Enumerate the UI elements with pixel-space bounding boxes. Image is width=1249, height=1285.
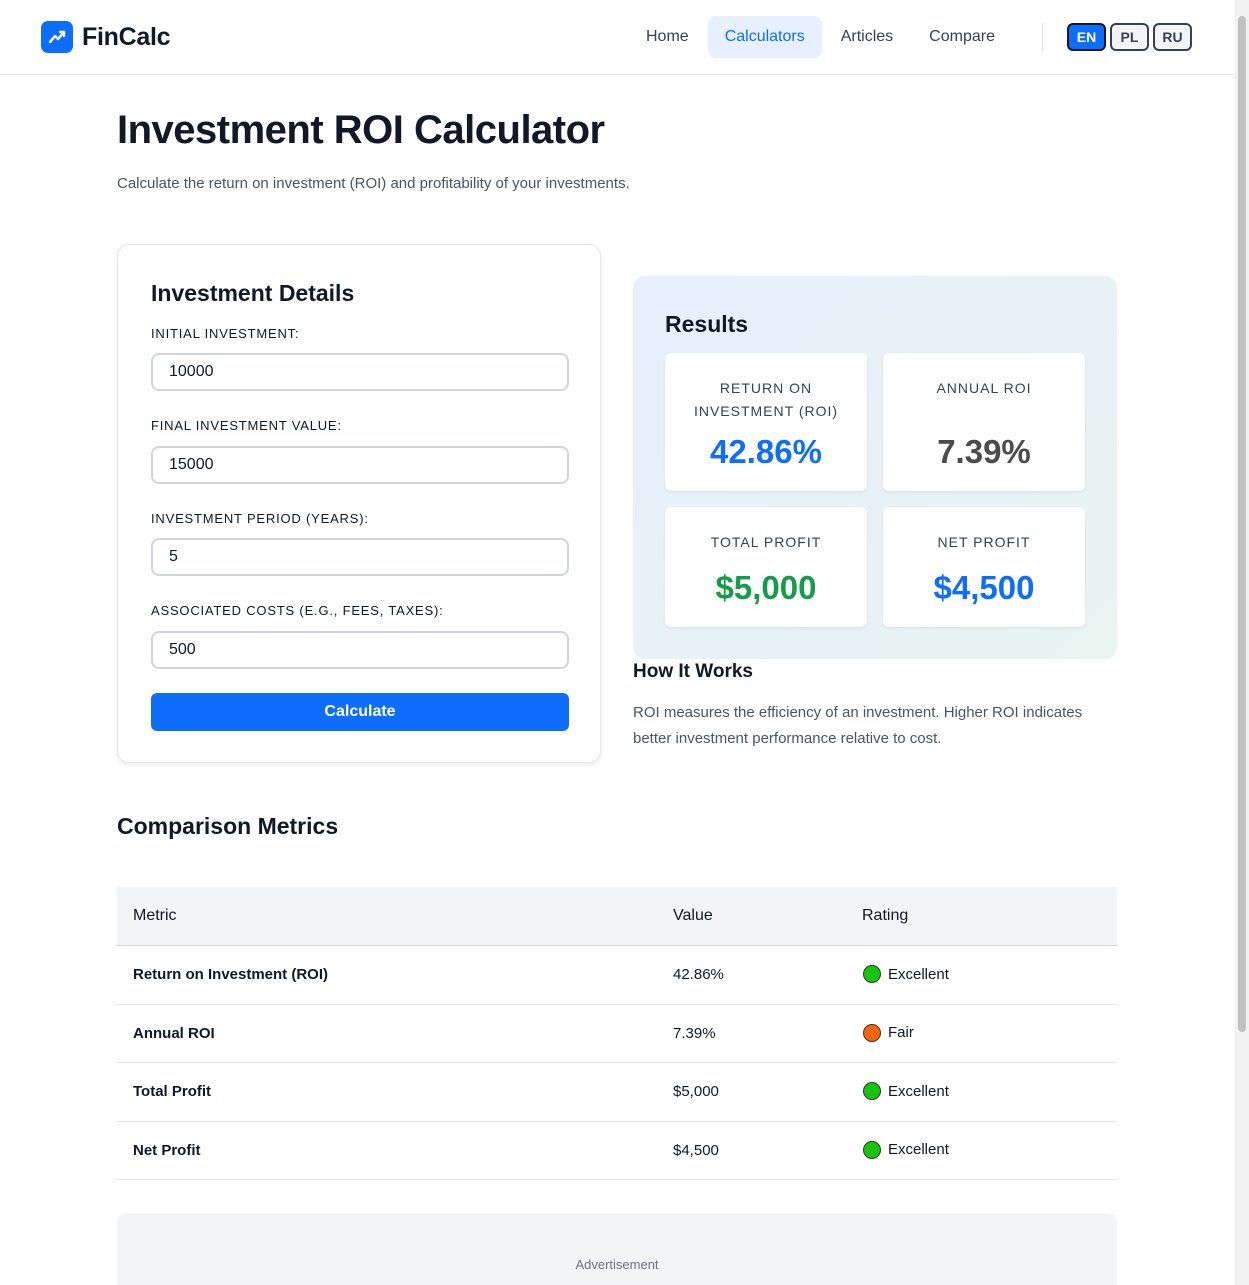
rating-label: Excellent (888, 1082, 949, 1100)
how-it-works-text: ROI measures the efficiency of an invest… (633, 704, 1083, 747)
roi-label-line1: RETURN ON (719, 380, 813, 396)
page-subtitle: Calculate the return on investment (ROI)… (117, 175, 630, 192)
roi-value: 42.86% (710, 433, 822, 470)
investment-period-input[interactable] (151, 538, 569, 576)
rating-label: Excellent (888, 1141, 949, 1158)
status-dot-icon (863, 1023, 881, 1042)
status-dot-icon (863, 965, 881, 983)
header-rating: Rating (862, 907, 909, 924)
results-title: Results (665, 311, 749, 337)
row-metric: Net Profit (133, 1141, 201, 1159)
row-value: 7.39% (673, 1024, 716, 1042)
nav-divider (1042, 23, 1043, 51)
investment-period-label: INVESTMENT PERIOD (YEARS): (151, 511, 369, 526)
row-metric: Annual ROI (133, 1024, 215, 1042)
header-value: Value (673, 907, 713, 924)
nav-home[interactable]: Home (629, 16, 706, 58)
rating-label: Excellent (888, 965, 949, 983)
initial-investment-input[interactable] (151, 353, 569, 391)
table-row: Annual ROI 7.39% Fair (117, 1005, 1117, 1063)
table-header: Metric Value Rating (117, 887, 1117, 946)
form-title: Investment Details (151, 280, 355, 306)
annual-roi-result-box: ANNUAL ROI 7.39% (883, 353, 1085, 491)
row-value: 42.86% (673, 966, 724, 983)
total-profit-result-box: TOTAL PROFIT $5,000 (665, 507, 867, 627)
results-card: Results RETURN ON INVESTMENT (ROI) 42.86… (633, 276, 1117, 659)
table-row: Net Profit $4,500 Excellent (117, 1122, 1117, 1180)
page-title: Investment ROI Calculator (117, 108, 605, 152)
final-value-label: FINAL INVESTMENT VALUE: (151, 418, 342, 433)
lang-ru-button[interactable]: RU (1153, 23, 1192, 51)
main-nav: Home Calculators Articles Compare (629, 16, 1014, 58)
nav-calculators[interactable]: Calculators (707, 16, 822, 58)
rating-label: Fair (888, 1024, 914, 1041)
total-profit-label: TOTAL PROFIT (710, 534, 822, 550)
header-metric: Metric (133, 907, 177, 924)
nav-articles[interactable]: Articles (824, 16, 910, 58)
annual-roi-value: 7.39% (937, 433, 1031, 470)
annual-roi-label: ANNUAL ROI (936, 380, 1032, 396)
investment-details-card: Investment Details INITIAL INVESTMENT: F… (117, 244, 601, 763)
brand-name: FinCalc (82, 22, 171, 51)
advertisement-slot: Advertisement (117, 1213, 1117, 1285)
roi-result-box: RETURN ON INVESTMENT (ROI) 42.86% (665, 353, 867, 491)
trend-up-icon (41, 21, 73, 53)
associated-costs-label: ASSOCIATED COSTS (E.G., FEES, TAXES): (151, 603, 444, 618)
roi-label-line2: INVESTMENT (ROI) (693, 403, 839, 419)
row-value: $4,500 (673, 1141, 719, 1159)
row-rating: Fair (863, 1023, 914, 1042)
calculate-button[interactable]: Calculate (151, 693, 569, 731)
row-value: $5,000 (673, 1083, 719, 1100)
scrollbar-thumb[interactable] (1238, 16, 1246, 1032)
page-scrollbar[interactable] (1235, 0, 1249, 1285)
initial-investment-label: INITIAL INVESTMENT: (151, 326, 300, 341)
net-profit-value: $4,500 (933, 569, 1035, 606)
row-metric: Total Profit (133, 1083, 212, 1100)
row-rating: Excellent (863, 965, 949, 983)
net-profit-label: NET PROFIT (937, 534, 1031, 550)
brand-logo[interactable]: FinCalc (41, 21, 171, 53)
status-dot-icon (863, 1140, 881, 1159)
net-profit-result-box: NET PROFIT $4,500 (883, 507, 1085, 627)
lang-pl-button[interactable]: PL (1110, 23, 1149, 51)
how-it-works-title: How It Works (633, 661, 753, 682)
total-profit-value: $5,000 (715, 569, 817, 606)
final-value-input[interactable] (151, 446, 569, 484)
row-rating: Excellent (863, 1082, 949, 1100)
language-switcher: EN PL RU (1067, 23, 1196, 51)
roi-label: RETURN ON INVESTMENT (ROI) (665, 377, 867, 423)
table-row: Total Profit $5,000 Excellent (117, 1063, 1117, 1122)
table-row: Return on Investment (ROI) 42.86% Excell… (117, 946, 1117, 1005)
comparison-title: Comparison Metrics (117, 813, 339, 839)
row-metric: Return on Investment (ROI) (133, 966, 329, 983)
lang-en-button[interactable]: EN (1067, 23, 1106, 51)
comparison-table: Metric Value Rating Return on Investment… (117, 887, 1117, 1180)
row-rating: Excellent (863, 1140, 949, 1159)
nav-compare[interactable]: Compare (912, 16, 1012, 58)
site-header: FinCalc Home Calculators Articles Compar… (0, 0, 1235, 75)
status-dot-icon (863, 1082, 881, 1100)
advertisement-label: Advertisement (575, 1257, 659, 1272)
associated-costs-input[interactable] (151, 631, 569, 669)
